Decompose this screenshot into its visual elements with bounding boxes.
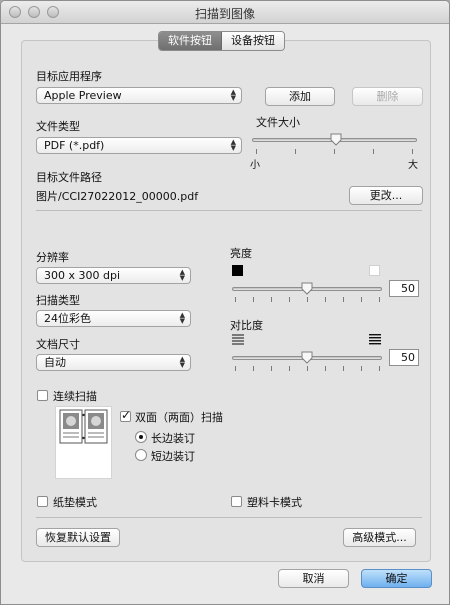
popup-arrows-icon: ▲ ▼ xyxy=(179,311,185,325)
divider xyxy=(36,517,422,518)
window-title: 扫描到图像 xyxy=(194,7,255,21)
scan-type-popup[interactable]: 24位彩色 ▲ ▼ xyxy=(36,310,191,327)
target-app-label: 目标应用程序 xyxy=(36,70,102,83)
doc-size-label: 文档尺寸 xyxy=(36,338,80,351)
add-app-button[interactable]: 添加 xyxy=(265,87,335,106)
divider xyxy=(36,210,422,211)
popup-arrows-icon: ▲ ▼ xyxy=(179,268,185,282)
duplex-preview-image xyxy=(55,406,112,479)
tab-device-button[interactable]: 设备按钮 xyxy=(222,32,284,50)
contrast-value-field[interactable]: 50 xyxy=(389,349,419,366)
scan-to-image-window: 扫描到图像 软件按钮 设备按钮 目标应用程序 Apple Preview ▲ ▼ … xyxy=(0,0,450,605)
scan-type-value: 24位彩色 xyxy=(44,312,91,325)
short-edge-radio[interactable] xyxy=(135,449,147,461)
tab-bar: 软件按钮 设备按钮 xyxy=(158,31,285,51)
duplex-pages-icon xyxy=(59,409,108,444)
carrier-sheet-label: 纸垫模式 xyxy=(53,496,97,509)
duplex-scan-checkbox[interactable] xyxy=(120,408,131,422)
brightness-label: 亮度 xyxy=(230,247,252,260)
advanced-mode-button[interactable]: 高级模式... xyxy=(343,528,416,547)
dest-path-value: 图片/CCI27022012_00000.pdf xyxy=(36,190,199,203)
ok-button[interactable]: 确定 xyxy=(361,569,432,588)
continuous-scan-label: 连续扫描 xyxy=(53,390,97,403)
file-size-label: 文件大小 xyxy=(256,116,300,129)
resolution-value: 300 x 300 dpi xyxy=(44,269,121,282)
long-edge-label: 长边装订 xyxy=(151,432,195,445)
plastic-card-label: 塑料卡模式 xyxy=(247,496,302,509)
scan-type-label: 扫描类型 xyxy=(36,294,80,307)
brightness-value-field[interactable]: 50 xyxy=(389,280,419,297)
brightness-slider-knob[interactable] xyxy=(301,282,313,295)
file-type-value: PDF (*.pdf) xyxy=(44,139,105,152)
tab-software-button[interactable]: 软件按钮 xyxy=(159,32,222,50)
resolution-label: 分辨率 xyxy=(36,251,69,264)
file-size-slider-knob[interactable] xyxy=(330,133,342,146)
doc-size-value: 自动 xyxy=(44,356,66,369)
change-path-button[interactable]: 更改... xyxy=(349,186,423,205)
file-type-popup[interactable]: PDF (*.pdf) ▲ ▼ xyxy=(36,137,242,154)
long-edge-radio[interactable] xyxy=(135,431,147,443)
brightness-ticks xyxy=(232,297,382,302)
popup-arrows-icon: ▲ ▼ xyxy=(230,138,236,152)
title-bar: 扫描到图像 xyxy=(1,1,449,24)
low-contrast-icon xyxy=(232,334,244,345)
light-swatch-icon xyxy=(369,265,380,276)
continuous-scan-checkbox[interactable] xyxy=(37,390,48,401)
restore-defaults-button[interactable]: 恢复默认设置 xyxy=(36,528,120,547)
duplex-scan-label: 双面（两面）扫描 xyxy=(135,411,223,424)
cancel-button[interactable]: 取消 xyxy=(278,569,349,588)
contrast-slider-knob[interactable] xyxy=(301,351,313,364)
short-edge-label: 短边装订 xyxy=(151,450,195,463)
popup-arrows-icon: ▲ ▼ xyxy=(230,88,236,102)
file-size-ticks xyxy=(252,149,417,154)
carrier-sheet-checkbox[interactable] xyxy=(37,496,48,507)
dark-swatch-icon xyxy=(232,265,243,276)
high-contrast-icon xyxy=(369,334,381,345)
contrast-label: 对比度 xyxy=(230,319,263,332)
resolution-popup[interactable]: 300 x 300 dpi ▲ ▼ xyxy=(36,267,191,284)
dest-path-label: 目标文件路径 xyxy=(36,171,102,184)
target-app-popup[interactable]: Apple Preview ▲ ▼ xyxy=(36,87,242,104)
file-size-min-label: 小 xyxy=(250,160,260,171)
remove-app-button[interactable]: 删除 xyxy=(352,87,423,106)
settings-group: 目标应用程序 Apple Preview ▲ ▼ 添加 删除 文件类型 PDF (… xyxy=(21,40,431,562)
file-size-max-label: 大 xyxy=(408,160,418,171)
file-type-label: 文件类型 xyxy=(36,120,80,133)
contrast-ticks xyxy=(232,366,382,371)
popup-arrows-icon: ▲ ▼ xyxy=(179,355,185,369)
doc-size-popup[interactable]: 自动 ▲ ▼ xyxy=(36,354,191,371)
plastic-card-checkbox[interactable] xyxy=(231,496,242,507)
target-app-value: Apple Preview xyxy=(44,89,122,102)
